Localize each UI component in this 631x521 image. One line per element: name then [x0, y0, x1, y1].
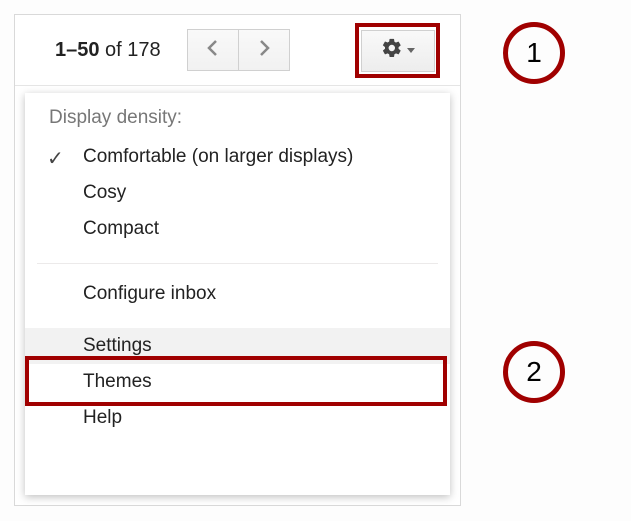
- menu-item-label: Compact: [83, 218, 159, 240]
- toolbar: 1–50 of 178: [15, 15, 460, 86]
- callout-label: 2: [526, 356, 542, 388]
- density-option-comfortable[interactable]: ✓ Comfortable (on larger displays): [25, 139, 450, 175]
- menu-item-label: Themes: [83, 371, 152, 393]
- menu-item-settings[interactable]: Settings: [25, 328, 450, 364]
- callout-label: 1: [526, 37, 542, 69]
- menu-item-label: Settings: [83, 335, 152, 357]
- gear-icon: [381, 37, 403, 64]
- settings-menu: Display density: ✓ Comfortable (on large…: [25, 93, 450, 495]
- menu-item-label: Cosy: [83, 182, 126, 204]
- menu-item-label: Configure inbox: [83, 283, 216, 305]
- chevron-left-icon: [206, 39, 220, 62]
- settings-gear-button[interactable]: [361, 30, 435, 72]
- callout-circle-2: 2: [503, 341, 565, 403]
- page-range: 1–50 of 178: [55, 39, 161, 62]
- prev-page-button[interactable]: [187, 29, 239, 71]
- range-end: 50: [77, 39, 99, 61]
- density-option-cosy[interactable]: Cosy: [25, 175, 450, 211]
- chevron-right-icon: [257, 39, 271, 62]
- menu-item-label: Comfortable (on larger displays): [83, 146, 353, 168]
- menu-section-header: Display density:: [25, 101, 450, 139]
- callout-circle-1: 1: [503, 22, 565, 84]
- range-start: 1: [55, 39, 66, 61]
- menu-item-help[interactable]: Help: [25, 400, 450, 436]
- menu-item-configure-inbox[interactable]: Configure inbox: [25, 276, 450, 312]
- menu-spacer: [25, 312, 450, 328]
- range-word: of: [100, 39, 128, 61]
- density-option-compact[interactable]: Compact: [25, 211, 450, 247]
- app-panel: 1–50 of 178: [14, 14, 461, 506]
- caret-down-icon: [407, 48, 415, 53]
- range-total: 178: [127, 39, 160, 61]
- next-page-button[interactable]: [238, 29, 290, 71]
- menu-item-label: Help: [83, 407, 122, 429]
- menu-item-themes[interactable]: Themes: [25, 364, 450, 400]
- check-icon: ✓: [47, 146, 64, 171]
- menu-separator: [37, 263, 438, 264]
